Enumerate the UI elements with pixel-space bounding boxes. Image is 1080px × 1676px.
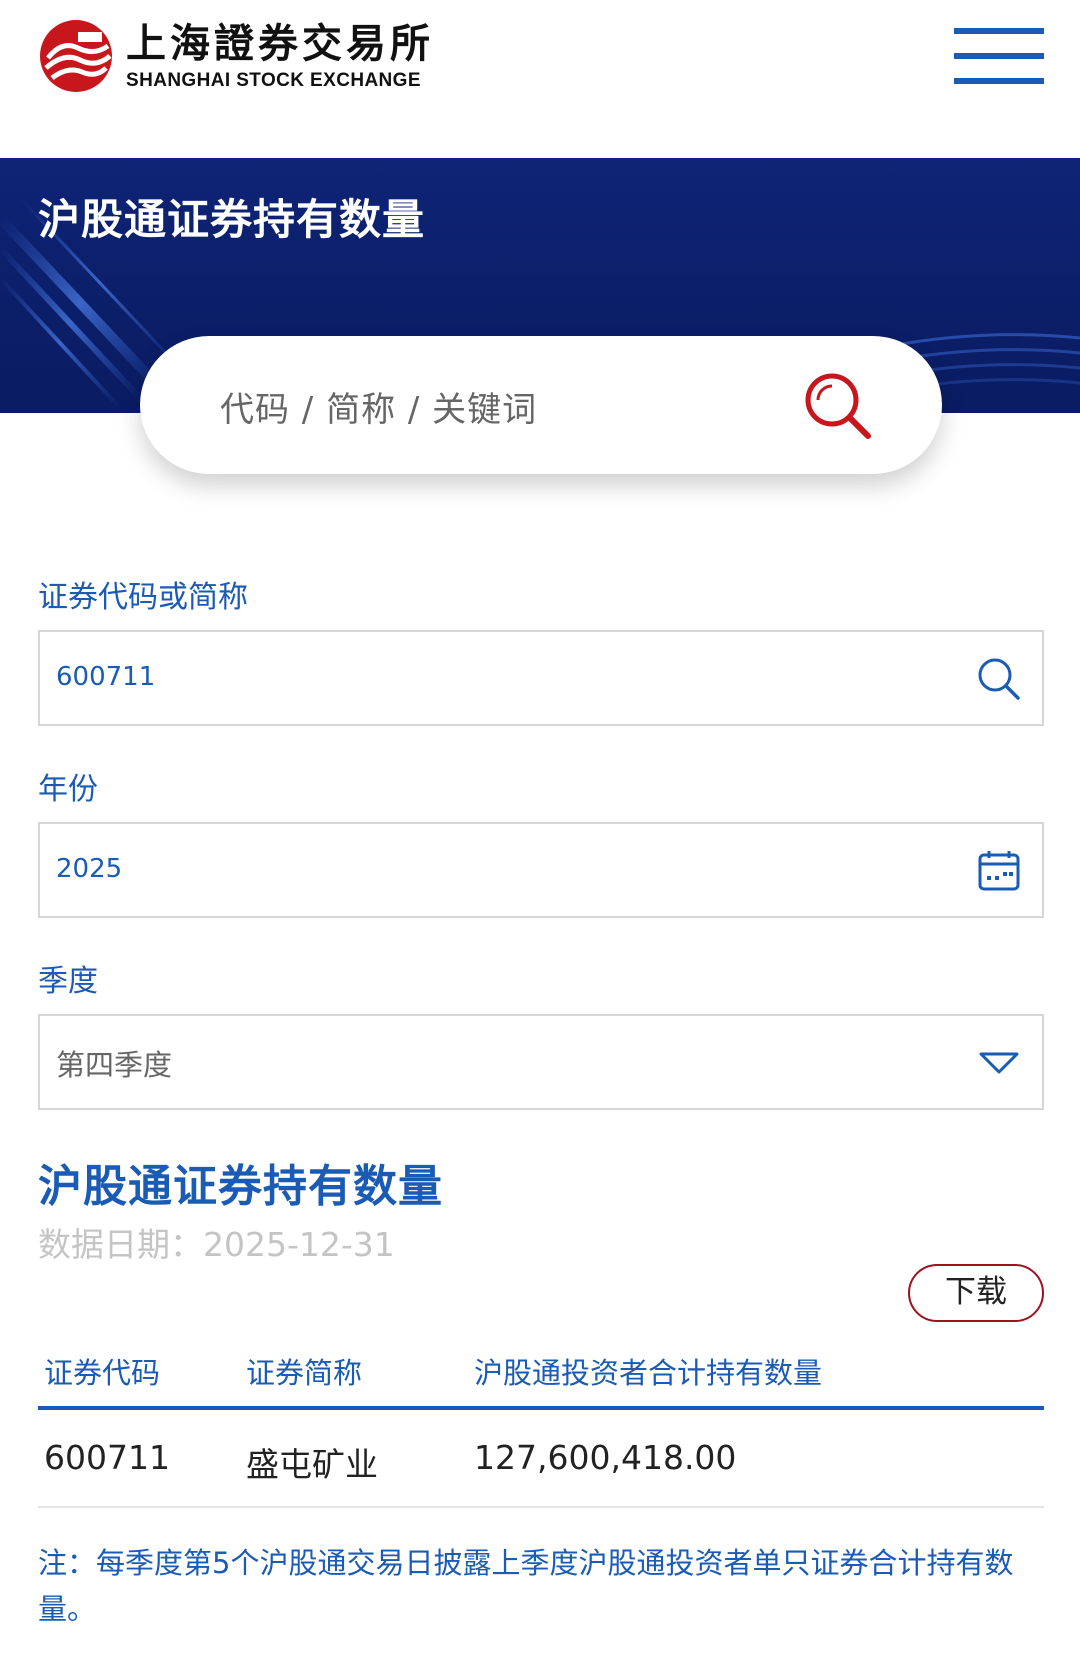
quarter-select-value[interactable]: 第四季度 <box>56 1042 172 1084</box>
search-icon[interactable] <box>976 656 1022 702</box>
year-input[interactable]: 2025 <box>38 822 1044 918</box>
cell-code: 600711 <box>44 1438 170 1477</box>
logo-en-text: SHANGHAI STOCK EXCHANGE <box>126 70 421 91</box>
chevron-down-icon[interactable] <box>976 1040 1022 1086</box>
sse-logo[interactable]: 上海證券交易所 SHANGHAI STOCK EXCHANGE <box>38 18 434 94</box>
section-title: 沪股通证券持有数量 <box>38 1161 443 1212</box>
banner-title: 沪股通证券持有数量 <box>38 195 426 244</box>
data-date: 数据日期：2025-12-31 <box>38 1225 395 1264</box>
quarter-select[interactable]: 第四季度 <box>38 1014 1044 1110</box>
table-header: 证券代码 证券简称 沪股通投资者合计持有数量 <box>38 1340 1044 1410</box>
cell-holdings: 127,600,418.00 <box>474 1438 737 1477</box>
table-row: 600711 盛屯矿业 127,600,418.00 <box>38 1414 1044 1508</box>
menu-icon[interactable] <box>954 28 1044 84</box>
year-field-label: 年份 <box>38 772 98 807</box>
search-icon[interactable] <box>802 370 874 442</box>
logo-cn-text: 上海證券交易所 <box>126 20 434 67</box>
search-placeholder[interactable]: 代码 / 简称 / 关键词 <box>220 382 537 431</box>
sse-logo-icon <box>40 20 112 92</box>
global-search-bar[interactable]: 代码 / 简称 / 关键词 <box>140 336 942 474</box>
code-input[interactable]: 600711 <box>38 630 1044 726</box>
code-field-label: 证券代码或简称 <box>38 580 248 615</box>
top-bar: 上海證券交易所 SHANGHAI STOCK EXCHANGE <box>0 0 1080 158</box>
cell-name: 盛屯矿业 <box>246 1445 378 1484</box>
quarter-field-label: 季度 <box>38 964 98 999</box>
download-button[interactable]: 下载 <box>908 1264 1044 1322</box>
calendar-icon[interactable] <box>976 848 1022 894</box>
column-header-name: 证券简称 <box>246 1356 363 1390</box>
column-header-holdings: 沪股通投资者合计持有数量 <box>474 1356 823 1390</box>
footnote: 注：每季度第5个沪股通交易日披露上季度沪股通投资者单只证券合计持有数量。 <box>38 1546 1014 1626</box>
year-input-value[interactable]: 2025 <box>56 854 122 884</box>
column-header-code: 证券代码 <box>44 1356 161 1390</box>
code-input-value[interactable]: 600711 <box>56 662 155 692</box>
